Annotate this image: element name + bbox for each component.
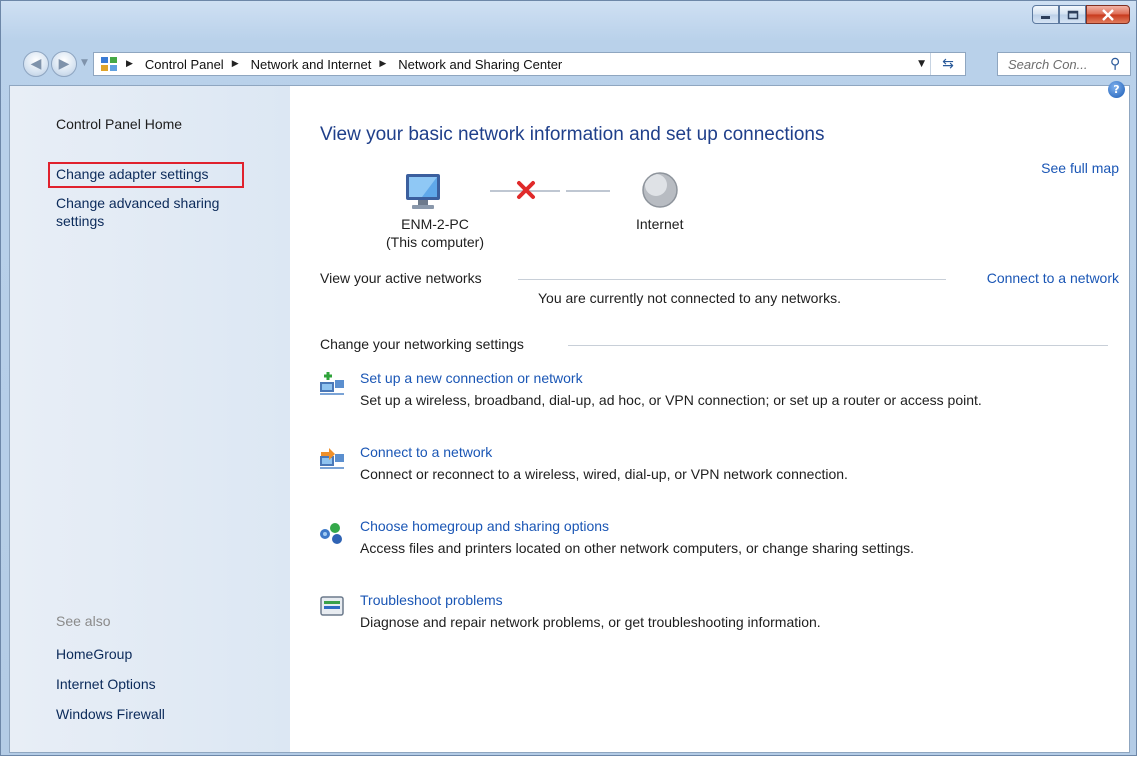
back-button[interactable]: ◀: [23, 51, 49, 77]
setup-connection-description: Set up a wireless, broadband, dial-up, a…: [360, 392, 982, 408]
homegroup-icon: [320, 523, 342, 544]
forward-arrow-icon: ▶: [58, 56, 70, 72]
minimize-button[interactable]: [1032, 5, 1059, 24]
see-also-heading: See also: [56, 613, 111, 629]
connect-network-icon: [320, 448, 344, 469]
title-bar: [1, 1, 1136, 35]
breadcrumb-control-panel[interactable]: Control Panel: [145, 57, 224, 72]
close-icon: [1102, 8, 1114, 21]
connection-line: [566, 190, 610, 192]
troubleshoot-description: Diagnose and repair network problems, or…: [360, 614, 821, 630]
homegroup-link[interactable]: HomeGroup: [56, 646, 132, 662]
computer-name: ENM-2-PC: [401, 216, 469, 232]
maximize-button[interactable]: [1059, 5, 1086, 24]
change-adapter-settings-link[interactable]: Change adapter settings: [56, 166, 209, 182]
task-setup-connection: Set up a new connection or network Set u…: [320, 370, 982, 408]
left-pane: Control Panel Home Change adapter settin…: [10, 86, 290, 752]
change-advanced-sharing-link[interactable]: Change advanced sharing settings: [56, 194, 256, 230]
maximize-icon: [1067, 10, 1078, 19]
address-bar[interactable]: ▶ Control Panel ▶ Network and Internet ▶…: [93, 52, 966, 76]
main-pane: ? View your basic network information an…: [290, 81, 1129, 752]
window: ◀ ▶ ▼ ▶ Control Panel ▶ Network and Inte…: [0, 0, 1137, 756]
globe-icon: [642, 172, 678, 208]
breadcrumb-separator[interactable]: ▶: [379, 59, 386, 69]
task-troubleshoot: Troubleshoot problems Diagnose and repai…: [320, 592, 821, 630]
forward-button[interactable]: ▶: [51, 51, 77, 77]
divider: [518, 279, 946, 280]
internet-options-link[interactable]: Internet Options: [56, 676, 156, 692]
computer-sublabel: (This computer): [385, 234, 485, 250]
windows-firewall-link[interactable]: Windows Firewall: [56, 706, 165, 722]
refresh-icon: ⇆: [942, 56, 954, 72]
connect-network-description: Connect or reconnect to a wireless, wire…: [360, 466, 848, 482]
not-connected-message: You are currently not connected to any n…: [538, 290, 841, 306]
refresh-button[interactable]: ⇆: [930, 53, 965, 75]
see-full-map-link[interactable]: See full map: [1041, 160, 1119, 176]
window-controls: [1032, 5, 1130, 24]
task-connect-network: Connect to a network Connect or reconnec…: [320, 444, 848, 482]
troubleshoot-link[interactable]: Troubleshoot problems: [360, 592, 821, 608]
content-area: Control Panel Home Change adapter settin…: [9, 81, 1130, 753]
homegroup-sharing-description: Access files and printers located on oth…: [360, 540, 915, 556]
search-input[interactable]: Search Con... ⚲: [997, 52, 1131, 76]
connect-to-network-link[interactable]: Connect to a network: [987, 270, 1119, 286]
active-networks-label: View your active networks: [320, 270, 482, 286]
task-homegroup: Choose homegroup and sharing options Acc…: [320, 518, 915, 556]
breadcrumb-network-and-internet[interactable]: Network and Internet: [251, 57, 372, 72]
help-icon[interactable]: ?: [1108, 81, 1125, 98]
homegroup-sharing-link[interactable]: Choose homegroup and sharing options: [360, 518, 914, 534]
change-settings-label: Change your networking settings: [320, 336, 524, 352]
address-row: ◀ ▶ ▼ ▶ Control Panel ▶ Network and Inte…: [1, 49, 1136, 79]
breadcrumb-network-and-sharing-center[interactable]: Network and Sharing Center: [398, 57, 562, 72]
page-title: View your basic network information and …: [320, 124, 825, 145]
breadcrumb-separator: ▶: [126, 59, 133, 69]
recent-pages-dropdown[interactable]: ▼: [81, 58, 88, 68]
control-panel-home-link[interactable]: Control Panel Home: [56, 116, 182, 132]
disconnected-x-icon[interactable]: [516, 180, 536, 200]
computer-icon: [406, 174, 440, 209]
troubleshoot-icon: [320, 596, 344, 616]
internet-label: Internet: [636, 216, 684, 232]
search-placeholder: Search Con...: [1008, 56, 1088, 72]
chevron-down-icon: ▼: [81, 58, 88, 68]
control-panel-icon: [101, 57, 117, 71]
divider: [568, 345, 1108, 346]
new-connection-icon: [320, 372, 344, 395]
search-icon[interactable]: ⚲: [1110, 56, 1130, 72]
address-dropdown[interactable]: ▼: [918, 59, 925, 69]
close-button[interactable]: [1086, 5, 1130, 24]
connect-network-link[interactable]: Connect to a network: [360, 444, 848, 460]
minimize-icon: [1040, 15, 1050, 19]
breadcrumb-separator[interactable]: ▶: [232, 59, 239, 69]
back-arrow-icon: ◀: [30, 56, 42, 72]
setup-connection-link[interactable]: Set up a new connection or network: [360, 370, 982, 386]
